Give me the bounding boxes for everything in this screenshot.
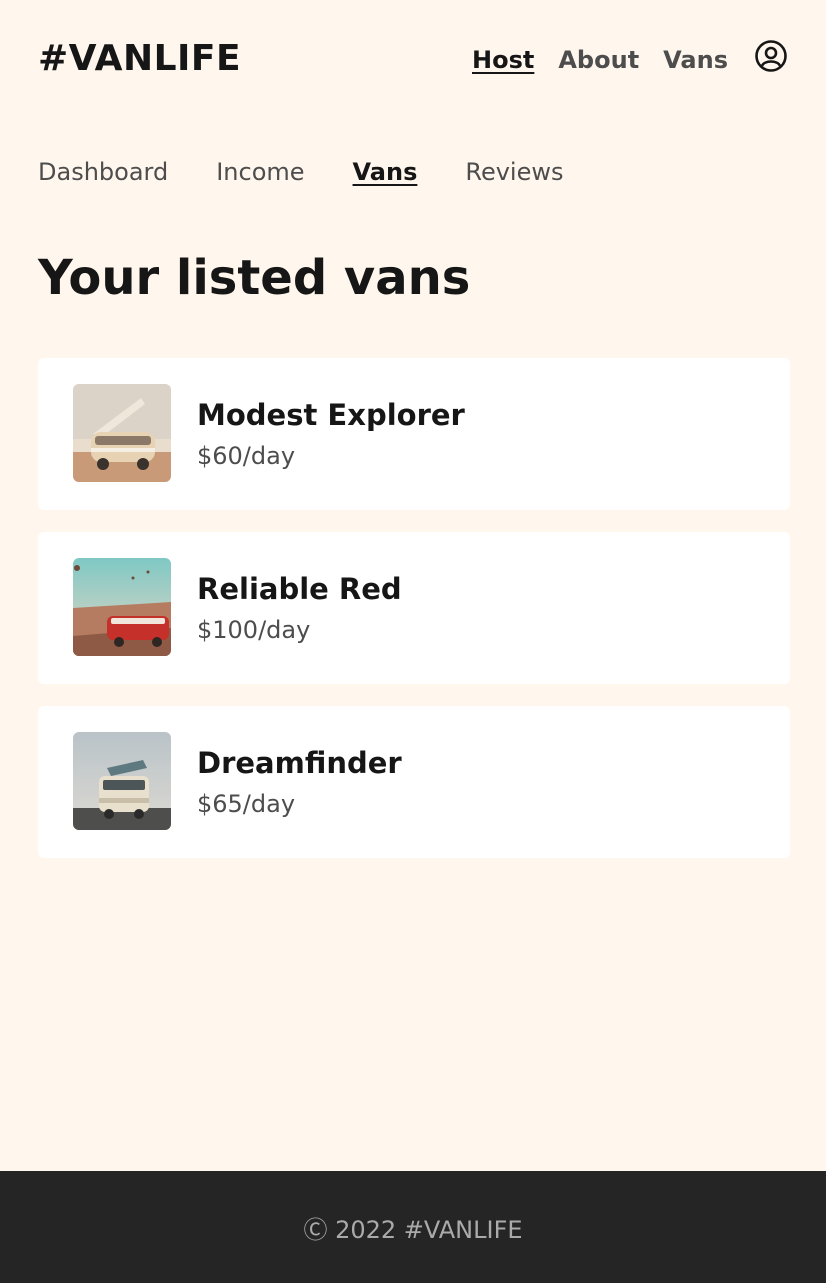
page-title: Your listed vans [38, 250, 471, 306]
van-card-reliable-red[interactable]: Reliable Red $100/day [38, 532, 790, 684]
van-thumbnail-image [73, 732, 171, 830]
van-thumbnail-image [73, 558, 171, 656]
subnav-reviews-link[interactable]: Reviews [465, 150, 563, 194]
van-name: Dreamfinder [197, 746, 402, 780]
footer-copyright: Ⓒ 2022 #VANLIFE [303, 1215, 523, 1244]
van-card-modest-explorer[interactable]: Modest Explorer $60/day [38, 358, 790, 510]
van-thumbnail-image [73, 384, 171, 482]
nav-vans-link[interactable]: Vans [663, 40, 728, 80]
user-circle-icon[interactable] [754, 39, 788, 73]
site-header: #VANLIFE Host About Vans [0, 0, 826, 120]
main-nav: Host About Vans [448, 40, 788, 80]
van-name: Reliable Red [197, 572, 402, 606]
van-price: $100/day [197, 616, 311, 644]
subnav-vans-link[interactable]: Vans [353, 150, 418, 194]
nav-about-link[interactable]: About [558, 40, 639, 80]
van-name: Modest Explorer [197, 398, 465, 432]
van-price: $65/day [197, 790, 296, 818]
subnav-dashboard-link[interactable]: Dashboard [38, 150, 168, 194]
subnav-income-link[interactable]: Income [216, 150, 304, 194]
van-card-dreamfinder[interactable]: Dreamfinder $65/day [38, 706, 790, 858]
van-list: Modest Explorer $60/day Reliable Red $10… [38, 358, 790, 880]
site-footer: Ⓒ 2022 #VANLIFE [0, 1171, 826, 1283]
van-price: $60/day [197, 442, 296, 470]
host-subnav: Dashboard Income Vans Reviews [38, 150, 612, 194]
site-logo[interactable]: #VANLIFE [38, 38, 241, 79]
nav-host-link[interactable]: Host [472, 40, 534, 80]
